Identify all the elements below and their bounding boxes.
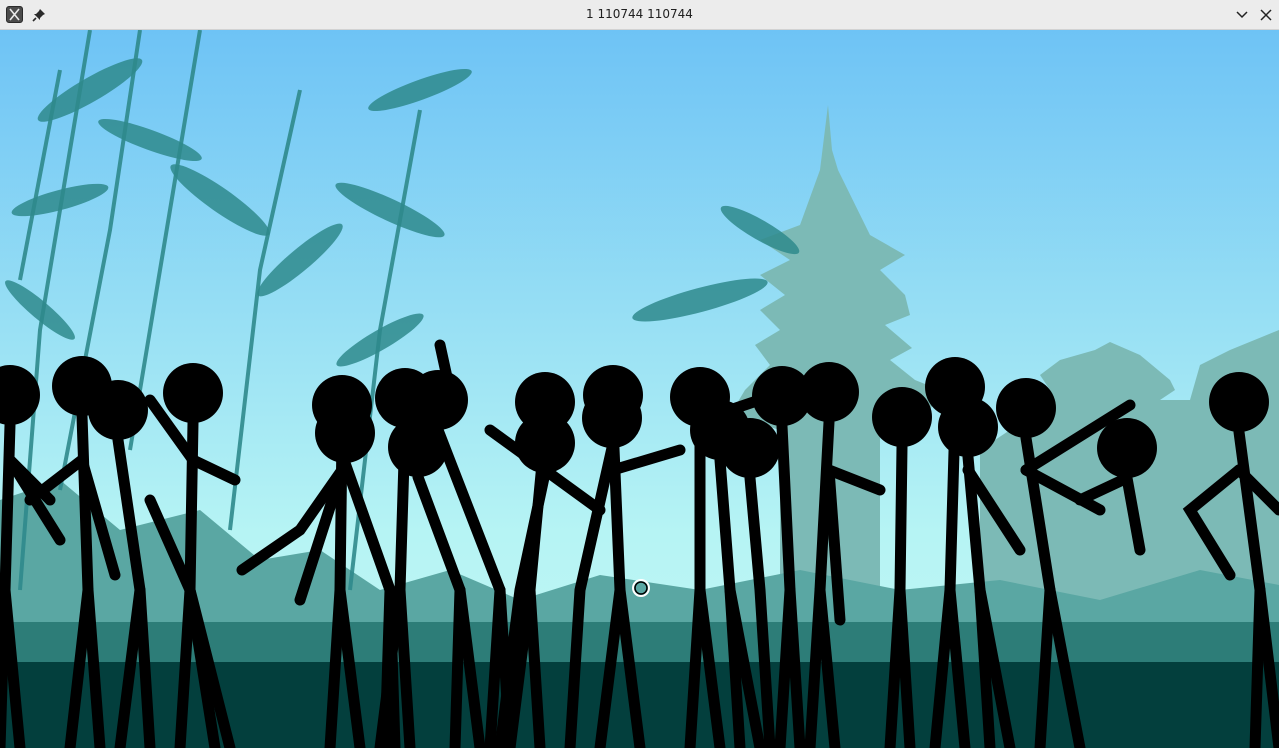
game-canvas[interactable]	[0, 30, 1279, 748]
chevron-down-icon	[1236, 11, 1248, 19]
window-title: 1 110744 110744	[586, 7, 693, 21]
close-icon	[1260, 9, 1272, 21]
minimize-button[interactable]	[1233, 6, 1251, 24]
game-window: 1 110744 110744	[0, 0, 1279, 748]
close-button[interactable]	[1257, 6, 1275, 24]
pin-icon[interactable]	[31, 7, 47, 23]
title-bar: 1 110744 110744	[0, 0, 1279, 30]
x-app-icon[interactable]	[6, 6, 23, 23]
